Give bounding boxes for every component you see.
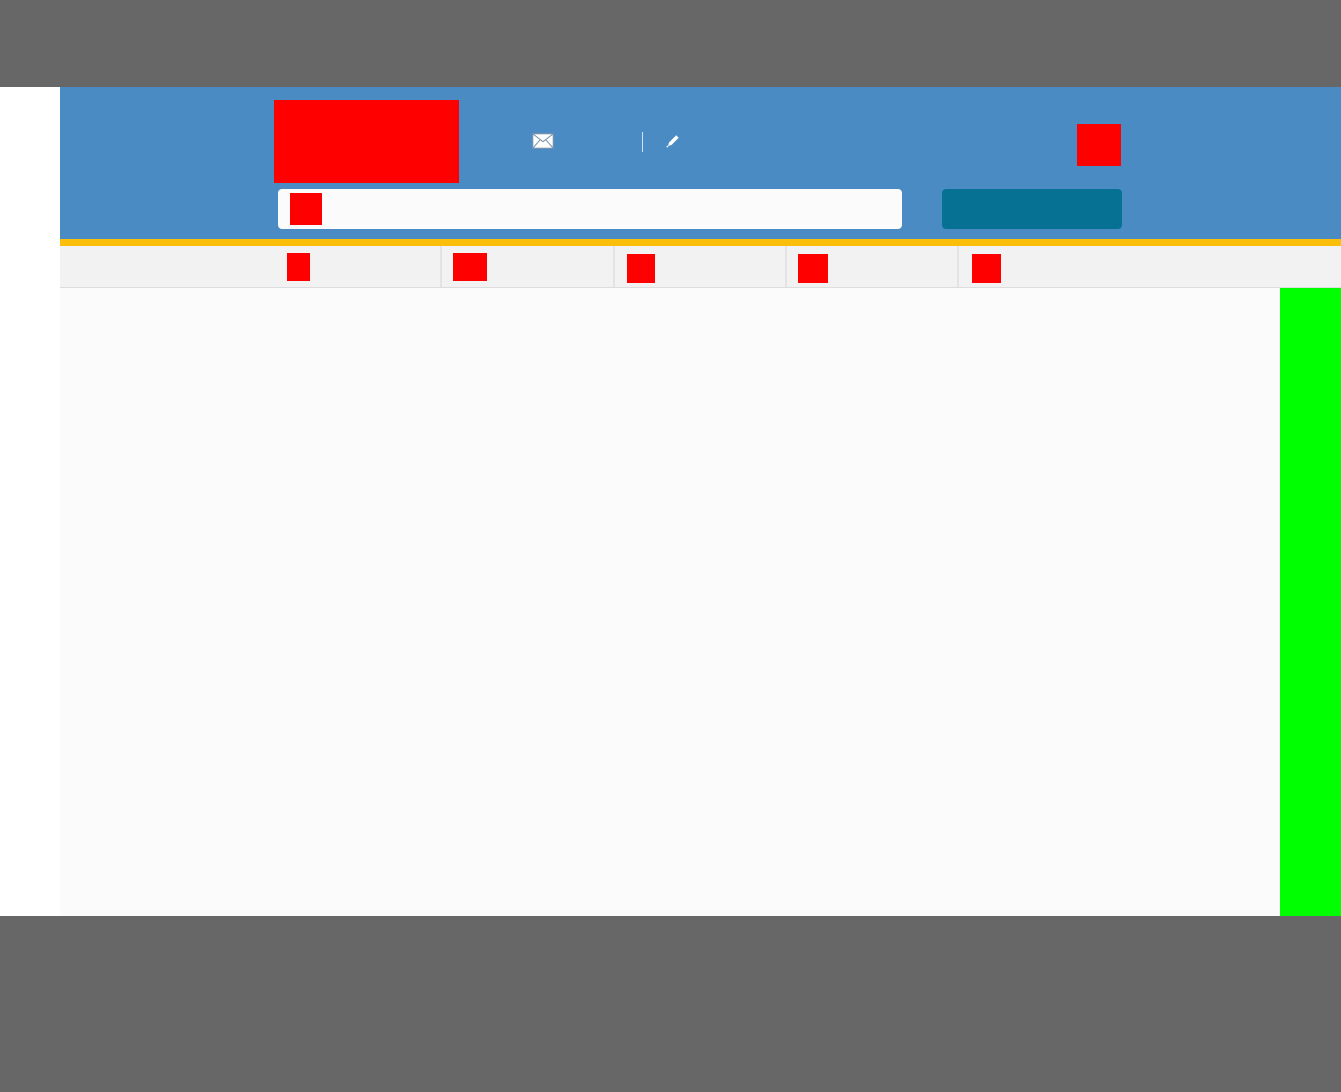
search-category-button[interactable] [290, 193, 322, 225]
envelope-icon [532, 132, 554, 152]
nav-item-1[interactable] [60, 246, 442, 287]
search-input[interactable] [336, 194, 896, 224]
nav-item-2[interactable] [442, 246, 615, 287]
category-nav [60, 246, 1341, 288]
header [60, 87, 1341, 239]
link-divider [642, 132, 643, 152]
mail-link[interactable] [532, 131, 642, 153]
header-links [532, 131, 687, 153]
edit-link[interactable] [665, 131, 687, 153]
nav-item-icon [627, 254, 655, 283]
main-content [60, 288, 1280, 916]
search-button[interactable] [942, 189, 1122, 229]
cart-button[interactable] [1077, 124, 1121, 166]
nav-item-3[interactable] [615, 246, 787, 287]
nav-item-icon [453, 253, 487, 281]
accent-stripe [60, 239, 1341, 246]
side-rail[interactable] [1280, 288, 1341, 916]
nav-item-icon [798, 254, 828, 283]
nav-item-5[interactable] [959, 246, 1341, 287]
nav-item-icon [287, 253, 310, 281]
pencil-icon [665, 133, 681, 152]
search-box [278, 189, 902, 229]
nav-item-4[interactable] [787, 246, 959, 287]
logo[interactable] [274, 100, 459, 183]
nav-item-icon [972, 254, 1001, 283]
